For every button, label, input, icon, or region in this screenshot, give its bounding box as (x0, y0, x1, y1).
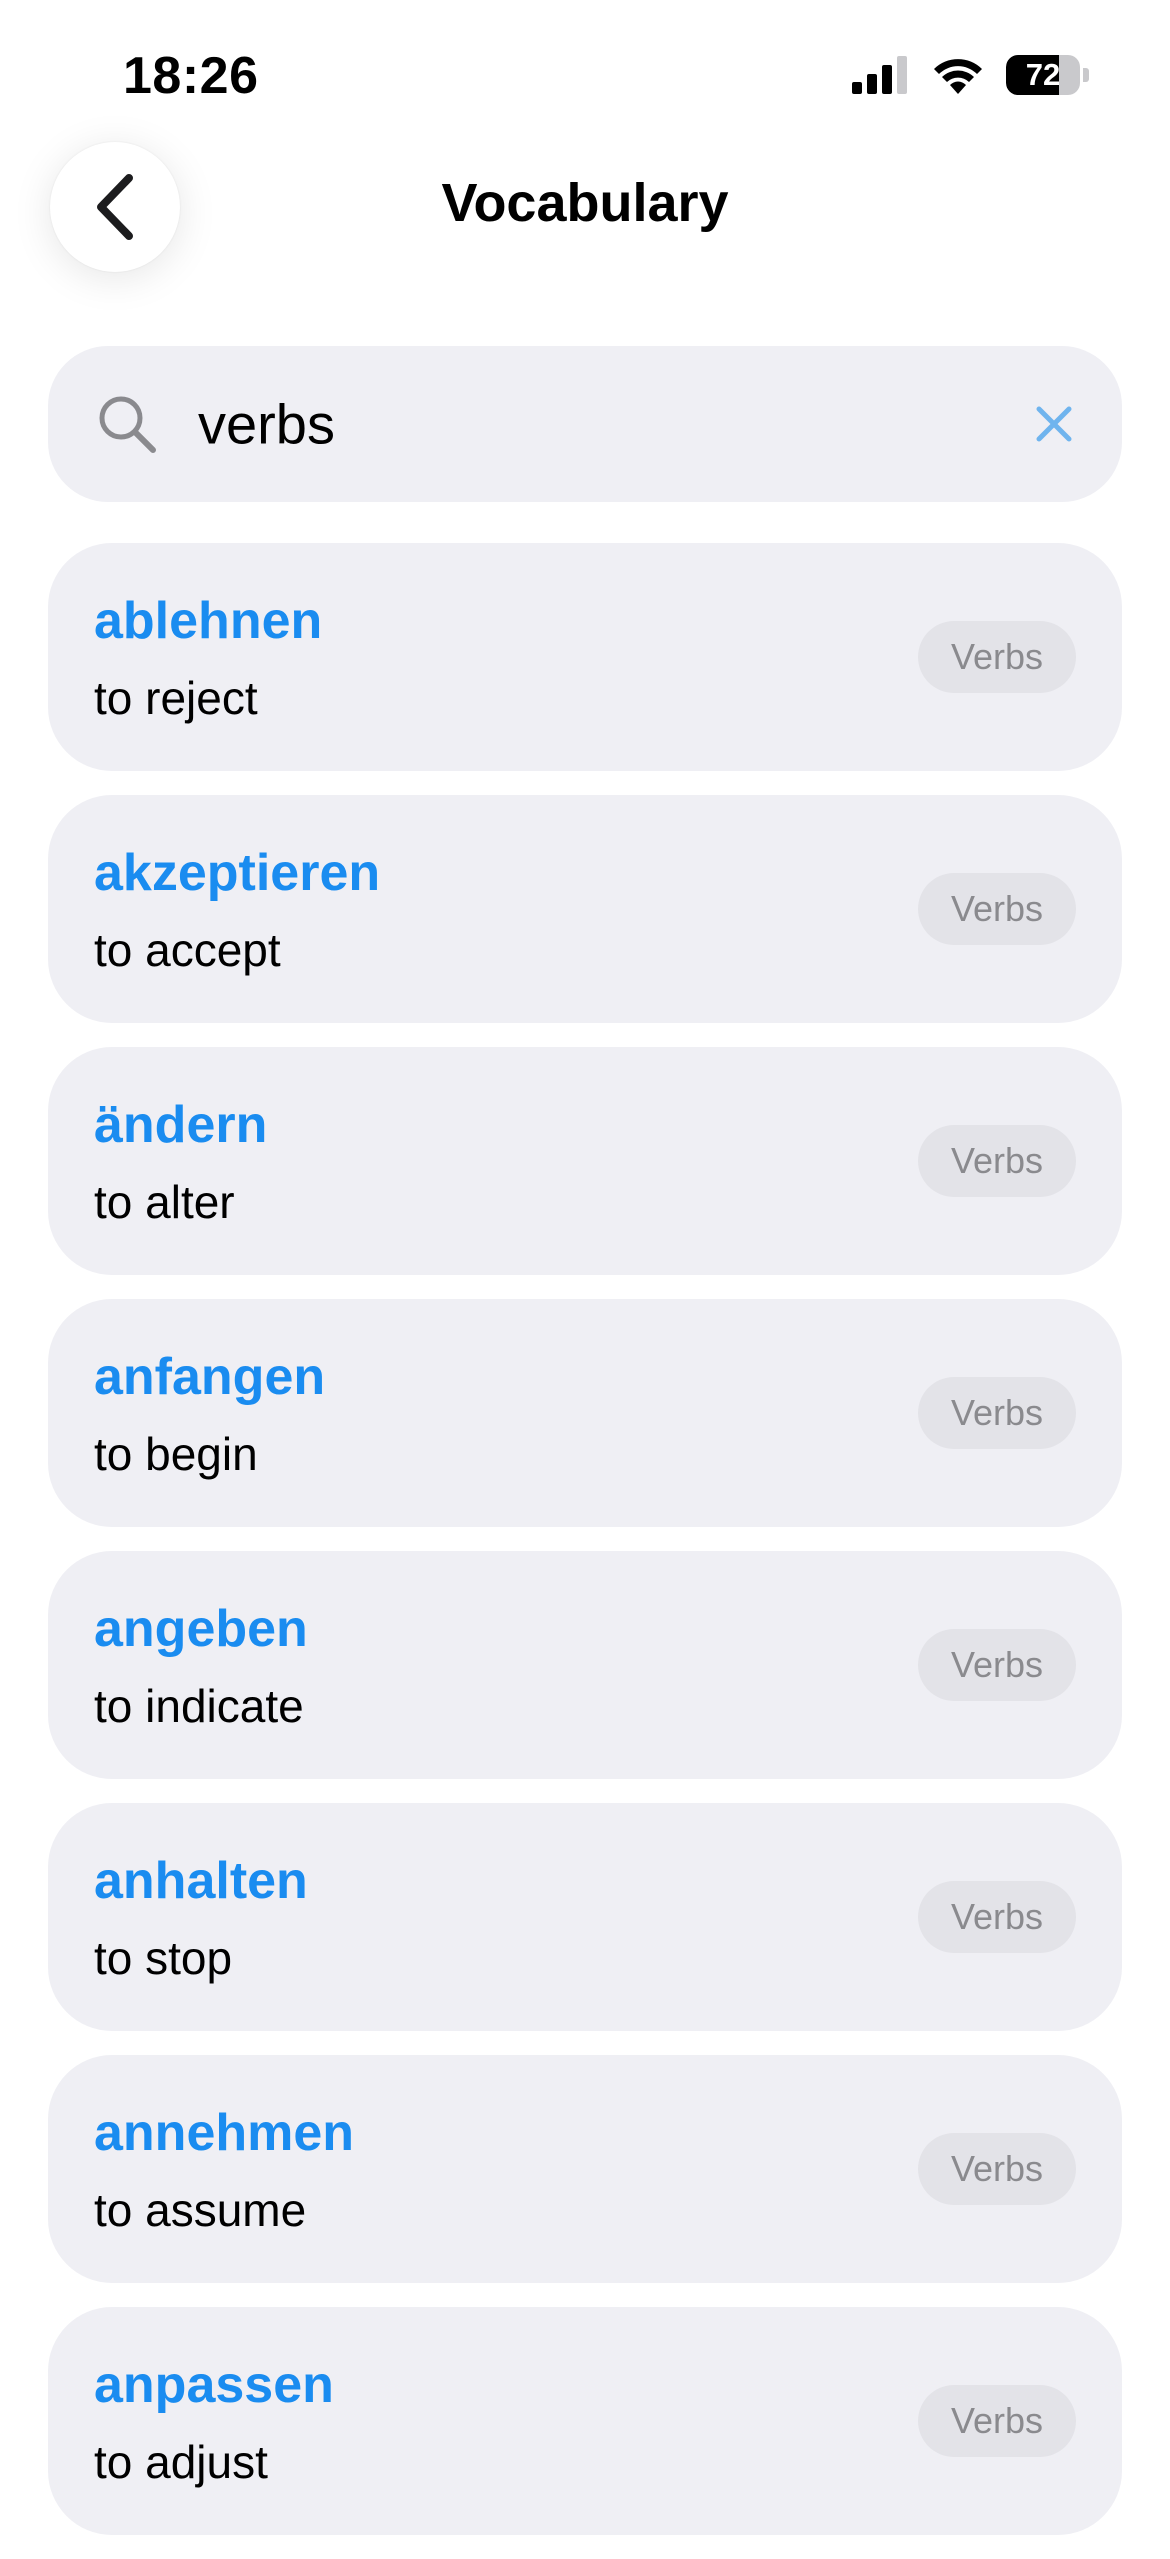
vocabulary-translation: to begin (94, 1428, 258, 1480)
vocabulary-translation: to adjust (94, 2436, 268, 2488)
status-time: 18:26 (123, 47, 259, 105)
vocabulary-translation: to indicate (94, 1680, 304, 1732)
vocabulary-word: angeben (94, 1600, 308, 1658)
battery-cap (1083, 68, 1089, 82)
search-input[interactable]: verbs (198, 392, 335, 457)
vocabulary-word: anfangen (94, 1348, 326, 1406)
vocabulary-list: ablehnen to reject Verbs akzeptieren to … (48, 543, 1122, 2559)
category-badge: Verbs (918, 1125, 1076, 1197)
category-badge: Verbs (918, 2133, 1076, 2205)
category-badge: Verbs (918, 1377, 1076, 1449)
status-bar: 18:26 72 (0, 0, 1170, 150)
category-badge: Verbs (918, 873, 1076, 945)
vocabulary-item[interactable]: anpassen to adjust Verbs (48, 2307, 1122, 2535)
category-badge: Verbs (918, 621, 1076, 693)
status-icons: 72 (852, 55, 1090, 95)
vocabulary-item[interactable]: annehmen to assume Verbs (48, 2055, 1122, 2283)
category-badge: Verbs (918, 2385, 1076, 2457)
vocabulary-word: ändern (94, 1096, 268, 1154)
vocabulary-translation: to accept (94, 924, 281, 976)
vocabulary-word: annehmen (94, 2104, 355, 2162)
vocabulary-translation: to alter (94, 1176, 235, 1228)
page-title: Vocabulary (441, 173, 729, 233)
vocabulary-word: akzeptieren (94, 844, 381, 902)
vocabulary-item[interactable]: angeben to indicate Verbs (48, 1551, 1122, 1779)
vocabulary-item[interactable]: ablehnen to reject Verbs (48, 543, 1122, 771)
vocabulary-translation: to stop (94, 1932, 233, 1984)
vocabulary-item[interactable]: ändern to alter Verbs (48, 1047, 1122, 1275)
cellular-signal-icon (852, 56, 907, 94)
battery-indicator: 72 (1006, 55, 1090, 95)
wifi-icon (934, 59, 982, 94)
vocabulary-word: anhalten (94, 1852, 308, 1910)
battery-level: 72 (1025, 57, 1061, 92)
vocabulary-item[interactable]: akzeptieren to accept Verbs (48, 795, 1122, 1023)
vocabulary-item[interactable]: anfangen to begin Verbs (48, 1299, 1122, 1527)
vocabulary-translation: to reject (94, 672, 258, 724)
clear-search-icon[interactable] (1034, 404, 1074, 444)
search-icon (99, 396, 156, 453)
vocabulary-item[interactable]: anhalten to stop Verbs (48, 1803, 1122, 2031)
vocabulary-word: anpassen (94, 2356, 334, 2414)
vocabulary-word: ablehnen (94, 592, 323, 650)
category-badge: Verbs (918, 1629, 1076, 1701)
vocabulary-translation: to assume (94, 2184, 307, 2236)
battery-body: 72 (1006, 55, 1080, 95)
category-badge: Verbs (918, 1881, 1076, 1953)
search-bar[interactable]: verbs (48, 346, 1122, 502)
